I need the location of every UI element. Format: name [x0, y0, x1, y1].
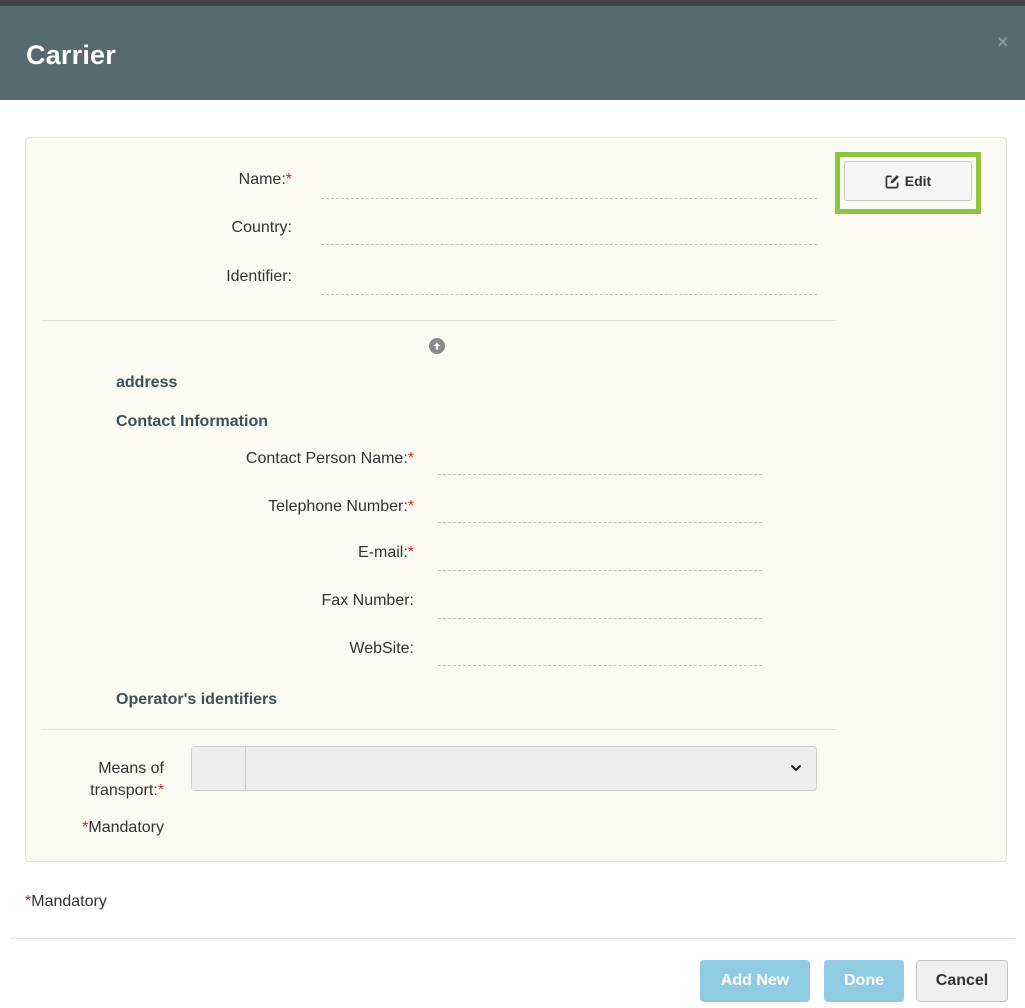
telephone-label: Telephone Number:* [268, 498, 414, 515]
select-value[interactable] [246, 747, 816, 790]
website-label: WebSite: [349, 640, 414, 657]
arrow-up-circle-icon[interactable] [429, 338, 445, 354]
website-field [438, 665, 762, 666]
address-heading: address [116, 374, 178, 391]
cancel-button[interactable]: Cancel [916, 960, 1008, 1002]
contact-person-label: Contact Person Name:* [245, 450, 414, 467]
close-icon[interactable]: × [997, 32, 1008, 53]
dialog-title: Carrier [26, 40, 116, 70]
footer-divider [10, 938, 1015, 939]
name-label: Name:* [238, 171, 292, 188]
chevron-down-icon [791, 765, 801, 771]
operator-identifiers-heading: Operator's identifiers [116, 691, 278, 708]
carrier-panel: Name:* Country: Identifier: Edit address… [25, 137, 1007, 862]
country-field [321, 244, 817, 245]
done-button[interactable]: Done [824, 960, 904, 1002]
edit-button[interactable]: Edit [844, 161, 972, 201]
arrow-up-glyph [433, 342, 441, 350]
edit-icon [885, 174, 899, 188]
required-marker: * [285, 171, 292, 188]
select-addon [192, 747, 246, 790]
section-divider [41, 320, 836, 321]
mandatory-note-inner: *Mandatory [82, 819, 164, 836]
identifier-field [321, 294, 817, 295]
name-field [321, 198, 817, 199]
add-new-button[interactable]: Add New [700, 960, 810, 1002]
email-field [438, 570, 762, 571]
contact-person-field [438, 474, 762, 475]
email-label: E-mail:* [357, 544, 414, 561]
dialog-header: Carrier × [0, 6, 1025, 100]
country-label: Country: [231, 219, 292, 236]
fax-field [438, 618, 762, 619]
telephone-field [438, 522, 762, 523]
edit-label: Edit [904, 173, 932, 189]
means-of-transport-label: Means of transport:* [90, 760, 164, 799]
fax-label: Fax Number: [321, 592, 414, 609]
mandatory-note: *Mandatory [25, 893, 107, 910]
identifier-label: Identifier: [226, 268, 292, 285]
section-divider [41, 729, 836, 730]
contact-information-heading: Contact Information [116, 413, 268, 430]
means-of-transport-select[interactable] [191, 746, 817, 791]
